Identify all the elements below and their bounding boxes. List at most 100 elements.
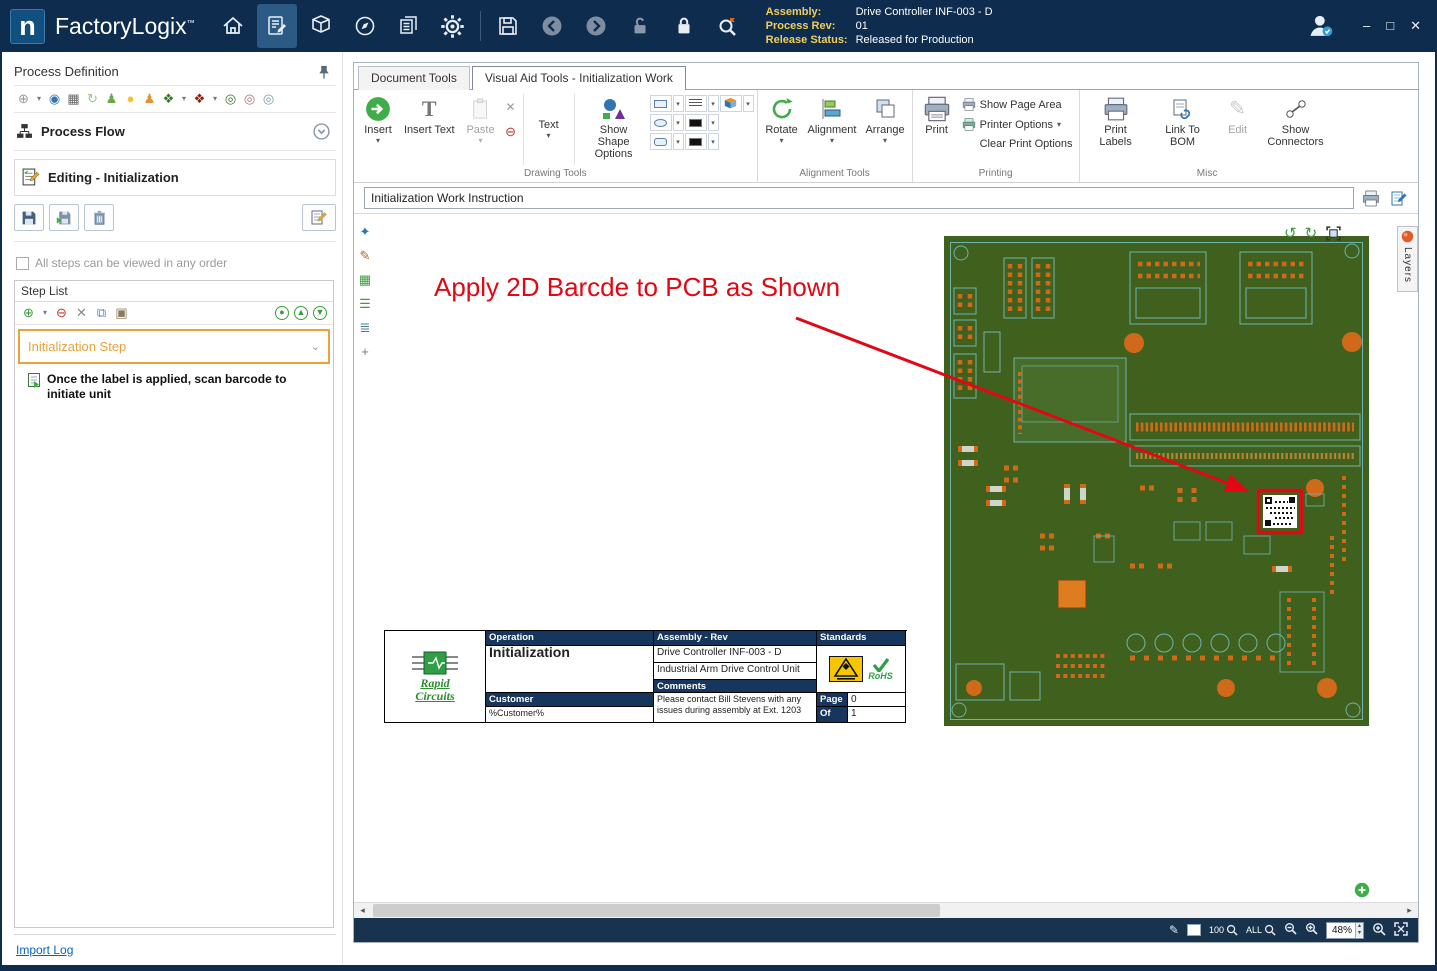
- stop-icon[interactable]: ◎: [261, 92, 276, 106]
- layout-tool-icon[interactable]: ≣: [360, 320, 371, 335]
- work-instruction-table[interactable]: RapidCircuits Operation Assembly - Rev S…: [384, 630, 907, 723]
- zoom-selection-button[interactable]: [1372, 922, 1386, 939]
- back-button[interactable]: [532, 4, 572, 48]
- minimize-button[interactable]: –: [1363, 18, 1370, 34]
- move-step-down-icon[interactable]: ▼: [313, 306, 327, 320]
- remove-step-icon[interactable]: ⊖: [54, 306, 69, 320]
- copy-step-icon[interactable]: ⧉: [94, 306, 109, 320]
- style-3d-button[interactable]: [720, 95, 742, 112]
- close-button[interactable]: ✕: [1410, 18, 1421, 34]
- rounded-shape-caret[interactable]: ▾: [673, 133, 684, 150]
- paste-step-icon[interactable]: ▣: [114, 306, 129, 320]
- print-labels-button[interactable]: Print Labels: [1083, 92, 1149, 164]
- paste-button[interactable]: Paste▾: [460, 92, 502, 164]
- annotation-tool-icon[interactable]: ✎: [360, 248, 371, 263]
- documents-button[interactable]: [389, 4, 429, 48]
- show-shape-options-button[interactable]: Show Shape Options: [579, 92, 649, 164]
- add-step-caret-icon[interactable]: ▾: [41, 306, 49, 320]
- arrange-button[interactable]: Arrange▾: [861, 92, 908, 164]
- sync-caret-icon[interactable]: ▾: [180, 92, 188, 106]
- move-tool-icon[interactable]: +: [361, 344, 369, 359]
- start-icon[interactable]: ◎: [223, 92, 238, 106]
- user-button[interactable]: [1301, 4, 1341, 48]
- tab-document-tools[interactable]: Document Tools: [358, 66, 470, 90]
- canvas-add-button[interactable]: [1354, 882, 1370, 901]
- show-connectors-button[interactable]: Show Connectors: [1260, 92, 1332, 164]
- pointer-tool-icon[interactable]: ✦: [360, 224, 371, 239]
- unlock-button[interactable]: [620, 4, 660, 48]
- add-caret-icon[interactable]: ▾: [35, 92, 43, 106]
- operator-icon[interactable]: ♟: [142, 92, 157, 106]
- fill-color-caret[interactable]: ▾: [708, 133, 719, 150]
- web-link-icon[interactable]: ◉: [47, 92, 62, 106]
- zoom-in-button[interactable]: [1305, 922, 1318, 938]
- zoom-fit-button[interactable]: [1394, 922, 1408, 939]
- link-to-bom-button[interactable]: Link To BOM: [1150, 92, 1216, 164]
- print-button[interactable]: Print: [916, 92, 958, 164]
- ellipse-shape-button[interactable]: [650, 114, 672, 131]
- undo-icon[interactable]: ↺: [1284, 224, 1297, 242]
- add-icon[interactable]: ⊕: [16, 92, 31, 106]
- zoom-spinner[interactable]: ▴▾: [1355, 923, 1363, 938]
- search-button[interactable]: [708, 4, 748, 48]
- forward-button[interactable]: [576, 4, 616, 48]
- print-icon[interactable]: ▦: [66, 92, 81, 106]
- document-title-input[interactable]: [364, 187, 1354, 209]
- scroll-left-arrow[interactable]: ◂: [354, 905, 371, 916]
- clear-icon[interactable]: ✕: [506, 100, 516, 114]
- zoom-all-button[interactable]: ALL: [1246, 924, 1276, 936]
- process-definition-button[interactable]: [257, 4, 297, 48]
- home-button[interactable]: [213, 4, 253, 48]
- zoom-level-input[interactable]: 48% ▴▾: [1326, 922, 1364, 939]
- list-tool-icon[interactable]: ☰: [359, 296, 371, 311]
- line-style-button[interactable]: [685, 95, 707, 112]
- expand-icon[interactable]: [313, 123, 330, 140]
- add-step-icon[interactable]: ⊕: [21, 306, 36, 320]
- scroll-right-arrow[interactable]: ▸: [1401, 905, 1418, 916]
- alignment-button[interactable]: Alignment▾: [804, 92, 861, 164]
- redo-icon[interactable]: ↻: [1305, 224, 1318, 242]
- edit-button[interactable]: ✎ Edit: [1217, 92, 1259, 164]
- delete-step-button[interactable]: [84, 204, 114, 231]
- step-item-initialization[interactable]: Initialization Step ⌄: [18, 329, 330, 364]
- lock-button[interactable]: [664, 4, 704, 48]
- save-step-button[interactable]: [14, 204, 44, 231]
- line-style-caret[interactable]: ▾: [708, 95, 719, 112]
- import-log-link[interactable]: Import Log: [16, 943, 73, 957]
- save-button[interactable]: [488, 4, 528, 48]
- production-button[interactable]: [301, 4, 341, 48]
- import-button[interactable]: [49, 204, 79, 231]
- grid-tool-icon[interactable]: ▦: [359, 272, 371, 287]
- layers-tab[interactable]: Layers: [1397, 226, 1418, 292]
- process-flow-row[interactable]: Process Flow: [14, 113, 336, 151]
- rounded-shape-button[interactable]: [650, 133, 672, 150]
- annotation-text[interactable]: Apply 2D Barcde to PCB as Shown: [434, 272, 840, 303]
- show-page-area-button[interactable]: Show Page Area: [959, 96, 1076, 113]
- zoom-out-button[interactable]: [1284, 922, 1297, 938]
- maximize-button[interactable]: □: [1386, 18, 1394, 34]
- horizontal-scrollbar[interactable]: ◂ ▸: [354, 902, 1418, 918]
- select-region-icon[interactable]: [1325, 225, 1342, 242]
- navigator-button[interactable]: [345, 4, 385, 48]
- clear-print-options-button[interactable]: Clear Print Options: [959, 136, 1076, 152]
- stroke-color-button[interactable]: [685, 114, 707, 131]
- assign-user-icon[interactable]: ♟: [104, 92, 119, 106]
- edit-instruction-button[interactable]: [1388, 187, 1410, 209]
- zoom-100-button[interactable]: 100: [1209, 924, 1238, 936]
- tab-visual-aid-tools[interactable]: Visual Aid Tools - Initialization Work: [472, 66, 686, 90]
- fill-color-button[interactable]: [685, 133, 707, 150]
- insert-text-button[interactable]: T Insert Text: [400, 92, 459, 164]
- scrollbar-thumb[interactable]: [373, 904, 940, 917]
- pcb-image[interactable]: [944, 236, 1369, 726]
- page-select-icon[interactable]: [1187, 924, 1201, 936]
- insert-button[interactable]: Insert▾: [357, 92, 399, 164]
- find-step-icon[interactable]: ●: [275, 306, 289, 320]
- panel-splitter[interactable]: [342, 52, 351, 965]
- print-preview-button[interactable]: [1360, 187, 1382, 209]
- annotate-icon[interactable]: ✎: [1169, 923, 1179, 937]
- rotate-button[interactable]: Rotate▾: [761, 92, 803, 164]
- move-step-up-icon[interactable]: ▲: [294, 306, 308, 320]
- refresh-icon[interactable]: ↻: [85, 92, 100, 106]
- rectangle-shape-button[interactable]: [650, 95, 672, 112]
- scrollbar-track[interactable]: [371, 903, 1401, 918]
